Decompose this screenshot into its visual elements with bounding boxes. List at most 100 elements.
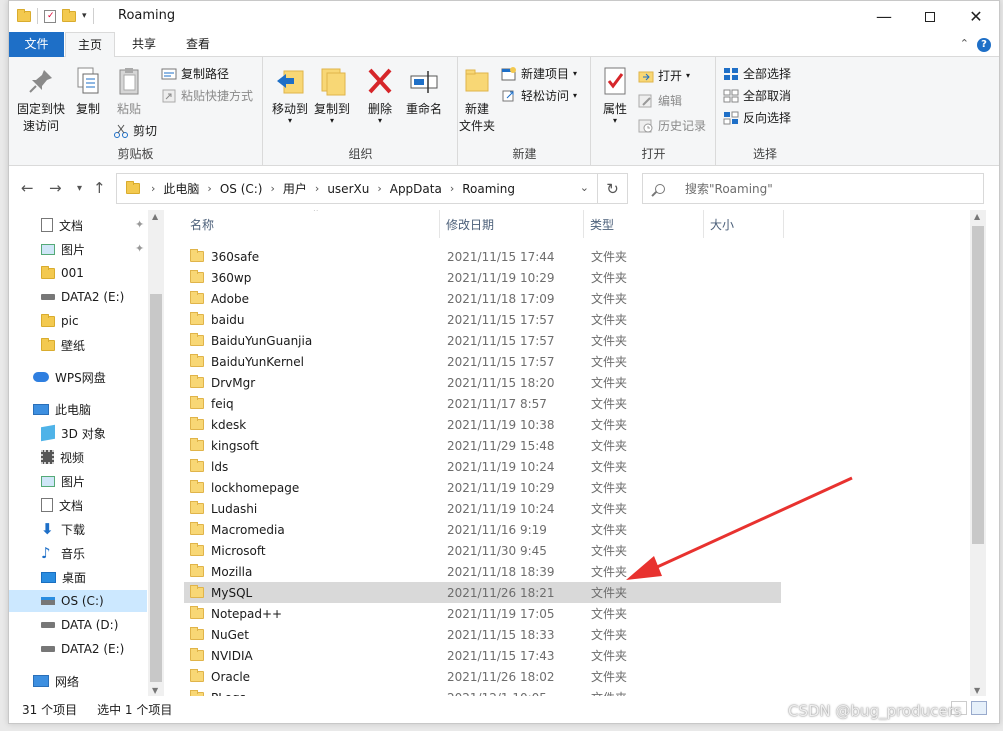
maximize-button[interactable] bbox=[907, 1, 953, 32]
chevron-right-icon[interactable]: › bbox=[311, 182, 323, 195]
copy-to-button[interactable]: 复制到 ▾ bbox=[312, 63, 352, 125]
table-row[interactable]: 360wp 2021/11/19 10:29 文件夹 bbox=[184, 267, 781, 288]
table-row[interactable]: kdesk 2021/11/19 10:38 文件夹 bbox=[184, 414, 781, 435]
select-all-button[interactable]: 全部选择 bbox=[723, 65, 791, 82]
up-arrow-icon[interactable]: ↑ bbox=[93, 179, 106, 197]
breadcrumb-os-c[interactable]: OS (C:) bbox=[216, 182, 267, 196]
pin-quick-access-button[interactable]: 固定到快 速访问 bbox=[13, 63, 69, 135]
chevron-right-icon[interactable]: › bbox=[373, 182, 385, 195]
rename-button[interactable]: 重命名 bbox=[402, 63, 446, 118]
column-header-type[interactable]: 类型 bbox=[584, 210, 704, 238]
table-row[interactable]: DrvMgr 2021/11/15 18:20 文件夹 bbox=[184, 372, 781, 393]
nav-item-3d-objects[interactable]: 3D 对象 bbox=[41, 422, 106, 444]
help-icon[interactable]: ? bbox=[977, 38, 991, 52]
edit-button[interactable]: 编辑 bbox=[638, 92, 682, 109]
cut-button[interactable]: 剪切 bbox=[113, 122, 157, 139]
easy-access-button[interactable]: 轻松访问 ▾ bbox=[501, 87, 577, 104]
nav-item-data-d[interactable]: DATA (D:) bbox=[41, 614, 118, 636]
table-row[interactable]: Adobe 2021/11/18 17:09 文件夹 bbox=[184, 288, 781, 309]
new-folder-button[interactable]: 新建 文件夹 bbox=[459, 63, 495, 135]
scrollbar-thumb[interactable] bbox=[150, 294, 162, 682]
nav-item-this-pc[interactable]: 此电脑 bbox=[33, 398, 91, 420]
nav-item-data2-e[interactable]: DATA2 (E:) bbox=[41, 638, 124, 660]
table-row[interactable]: baidu 2021/11/15 17:57 文件夹 bbox=[184, 309, 781, 330]
nav-item-wallpaper[interactable]: 壁纸 bbox=[41, 334, 85, 356]
select-none-button[interactable]: 全部取消 bbox=[723, 87, 791, 104]
nav-item-network[interactable]: 网络 bbox=[33, 670, 79, 692]
properties-qat-icon[interactable]: ✓ bbox=[44, 9, 56, 23]
move-to-button[interactable]: 移动到 ▾ bbox=[270, 63, 310, 125]
nav-item-pic[interactable]: pic bbox=[41, 310, 79, 332]
table-row[interactable]: Oracle 2021/11/26 18:02 文件夹 bbox=[184, 666, 781, 687]
properties-button[interactable]: 属性 ▾ bbox=[598, 63, 632, 125]
tab-share[interactable]: 共享 bbox=[118, 32, 170, 57]
invert-selection-button[interactable]: 反向选择 bbox=[723, 109, 791, 126]
delete-button[interactable]: 删除 ▾ bbox=[362, 63, 398, 125]
scroll-up-icon[interactable]: ▲ bbox=[152, 212, 158, 221]
column-header-size[interactable]: 大小 bbox=[704, 210, 784, 238]
nav-item-os-c[interactable]: OS (C:) bbox=[9, 590, 147, 612]
pin-icon[interactable]: ✦ bbox=[135, 242, 144, 255]
table-row[interactable]: BaiduYunKernel 2021/11/15 17:57 文件夹 bbox=[184, 351, 781, 372]
scroll-up-icon[interactable]: ▲ bbox=[974, 212, 980, 221]
nav-item-documents[interactable]: 文档 bbox=[41, 494, 83, 516]
new-item-button[interactable]: 新建项目 ▾ bbox=[501, 65, 577, 82]
copy-button[interactable]: 复制 bbox=[71, 63, 105, 118]
paste-button[interactable]: 粘贴 bbox=[109, 63, 149, 118]
chevron-right-icon[interactable]: › bbox=[147, 182, 159, 195]
chevron-right-icon[interactable]: › bbox=[267, 182, 279, 195]
nav-item-001[interactable]: 001 bbox=[41, 262, 84, 284]
table-row[interactable]: Notepad++ 2021/11/19 17:05 文件夹 bbox=[184, 603, 781, 624]
nav-item-videos[interactable]: 视频 bbox=[41, 446, 84, 468]
pin-icon[interactable]: ✦ bbox=[135, 218, 144, 231]
qat-dropdown-icon[interactable]: ▾ bbox=[82, 11, 87, 21]
history-button[interactable]: 历史记录 bbox=[638, 117, 706, 134]
address-bar[interactable]: › 此电脑 › OS (C:) › 用户 › userXu › AppData … bbox=[116, 173, 598, 204]
table-row[interactable]: NVIDIA 2021/11/15 17:43 文件夹 bbox=[184, 645, 781, 666]
nav-item-data2[interactable]: DATA2 (E:) bbox=[41, 286, 124, 308]
column-header-name[interactable]: 名称 bbox=[184, 210, 440, 238]
paste-shortcut-button[interactable]: 粘贴快捷方式 bbox=[161, 87, 253, 104]
copy-path-button[interactable]: 复制路径 bbox=[161, 65, 229, 82]
chevron-right-icon[interactable]: › bbox=[446, 182, 458, 195]
search-input[interactable]: 搜索"Roaming" bbox=[642, 173, 984, 204]
breadcrumb-users[interactable]: 用户 bbox=[279, 180, 311, 197]
breadcrumb-userxu[interactable]: userXu bbox=[323, 182, 373, 196]
address-dropdown-icon[interactable]: ⌄ bbox=[580, 181, 589, 194]
breadcrumb-roaming[interactable]: Roaming bbox=[458, 182, 519, 196]
refresh-button[interactable]: ↻ bbox=[598, 173, 628, 204]
tab-view[interactable]: 查看 bbox=[172, 32, 224, 57]
back-arrow-icon[interactable]: ← bbox=[21, 179, 34, 197]
nav-item-pictures[interactable]: 图片 bbox=[41, 470, 85, 492]
tab-home[interactable]: 主页 bbox=[65, 32, 115, 58]
table-row[interactable]: BaiduYunGuanjia 2021/11/15 17:57 文件夹 bbox=[184, 330, 781, 351]
tab-file[interactable]: 文件 bbox=[9, 32, 64, 57]
table-row[interactable]: 360safe 2021/11/15 17:44 文件夹 bbox=[184, 246, 781, 267]
close-button[interactable]: ✕ bbox=[953, 1, 999, 32]
nav-item-documents-pinned[interactable]: 文档 bbox=[41, 214, 83, 236]
breadcrumb-appdata[interactable]: AppData bbox=[386, 182, 446, 196]
recent-dropdown-icon[interactable]: ▾ bbox=[77, 183, 82, 194]
forward-arrow-icon[interactable]: → bbox=[49, 179, 62, 197]
table-row[interactable]: kingsoft 2021/11/29 15:48 文件夹 bbox=[184, 435, 781, 456]
scroll-down-icon[interactable]: ▼ bbox=[974, 686, 980, 695]
table-row[interactable]: NuGet 2021/11/15 18:33 文件夹 bbox=[184, 624, 781, 645]
open-button[interactable]: 打开 ▾ bbox=[638, 67, 690, 84]
nav-item-downloads[interactable]: ⬇ 下载 bbox=[41, 518, 85, 540]
nav-scrollbar[interactable]: ▲ ▼ bbox=[148, 210, 164, 697]
nav-item-music[interactable]: ♪ 音乐 bbox=[41, 542, 85, 564]
breadcrumb-this-pc[interactable]: 此电脑 bbox=[159, 180, 203, 197]
chevron-right-icon[interactable]: › bbox=[203, 182, 215, 195]
file-list-scrollbar[interactable]: ▲ ▼ bbox=[970, 210, 986, 697]
scroll-down-icon[interactable]: ▼ bbox=[152, 686, 158, 695]
nav-item-desktop[interactable]: 桌面 bbox=[41, 566, 86, 588]
new-folder-qat-icon[interactable] bbox=[62, 8, 76, 22]
nav-item-pictures-pinned[interactable]: 图片 bbox=[41, 238, 85, 260]
details-view-icon[interactable] bbox=[971, 701, 987, 715]
minimize-button[interactable]: — bbox=[861, 1, 907, 32]
nav-item-wps-drive[interactable]: WPS网盘 bbox=[33, 366, 106, 388]
table-row[interactable]: feiq 2021/11/17 8:57 文件夹 bbox=[184, 393, 781, 414]
scrollbar-thumb[interactable] bbox=[972, 226, 984, 544]
column-header-date[interactable]: 修改日期 bbox=[440, 210, 584, 238]
collapse-ribbon-icon[interactable]: ⌃ bbox=[960, 37, 969, 50]
